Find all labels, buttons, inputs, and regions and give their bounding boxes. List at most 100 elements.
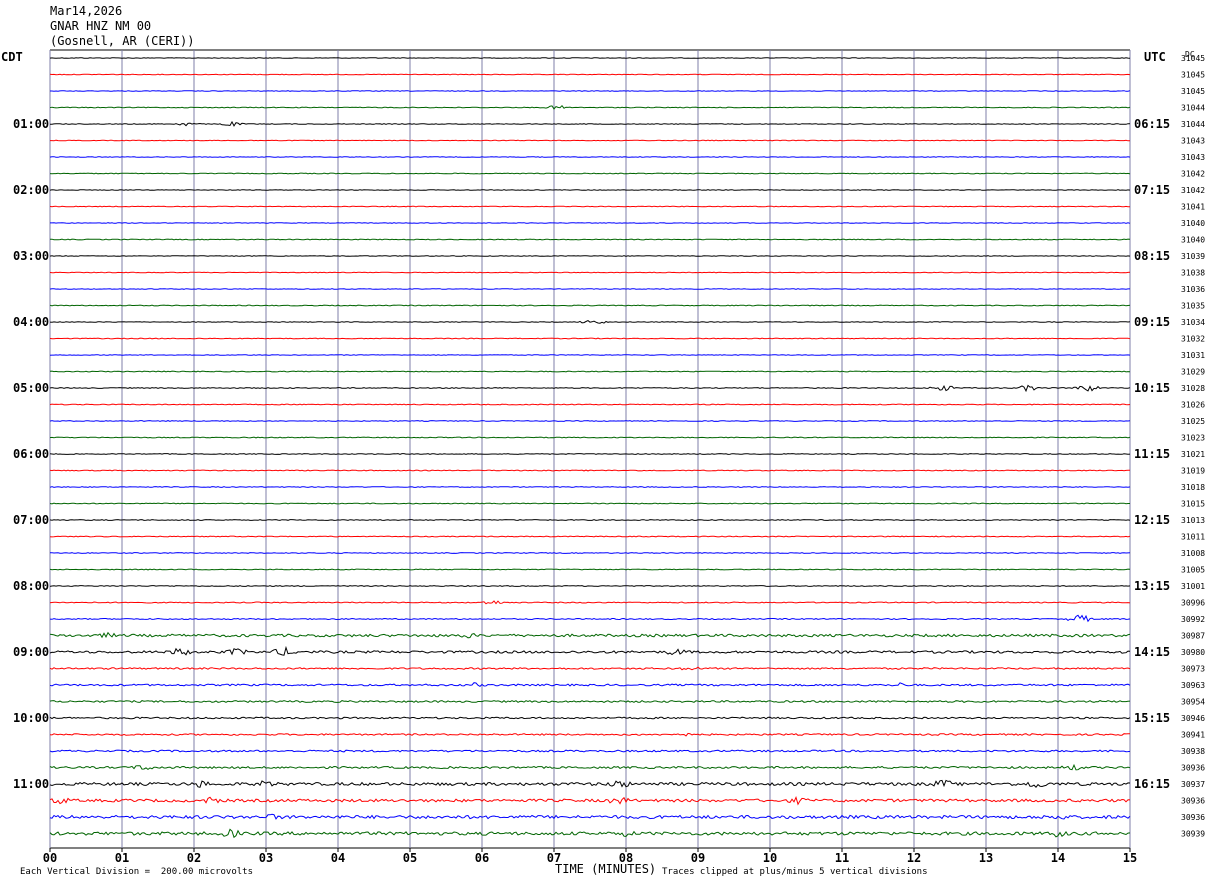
trace-line: [49, 779, 1131, 788]
dc-value-label: 30954: [1181, 698, 1205, 707]
x-tick-label: 15: [1123, 851, 1137, 865]
dc-value-label: 31029: [1181, 368, 1205, 377]
dc-value-label: 31042: [1181, 186, 1205, 195]
trace-line: [49, 420, 1131, 422]
dc-value-label: 31044: [1181, 120, 1205, 129]
trace-line: [49, 614, 1131, 623]
utc-hour-label: 11:15: [1134, 447, 1170, 461]
trace-line: [49, 337, 1131, 340]
dc-value-label: 31042: [1181, 170, 1205, 179]
trace-line: [49, 666, 1131, 671]
utc-hour-label: 07:15: [1134, 183, 1170, 197]
x-tick-label: 06: [475, 851, 489, 865]
trace-line: [49, 436, 1131, 439]
dc-value-label: 31041: [1181, 203, 1205, 212]
trace-line: [49, 453, 1131, 455]
dc-value-label: 31005: [1181, 566, 1205, 575]
trace-line: [49, 486, 1131, 488]
x-tick-label: 09: [691, 851, 705, 865]
dc-value-label: 31039: [1181, 252, 1205, 261]
trace-line: [49, 354, 1131, 356]
cdt-hour-label: 04:00: [13, 315, 49, 329]
utc-hour-label: 16:15: [1134, 777, 1170, 791]
utc-hour-label: 08:15: [1134, 249, 1170, 263]
dc-value-label: 30941: [1181, 731, 1205, 740]
dc-value-label: 30936: [1181, 797, 1205, 806]
dc-value-label: 31026: [1181, 401, 1205, 410]
x-tick-label: 02: [187, 851, 201, 865]
dc-value-label: 31019: [1181, 467, 1205, 476]
cdt-hour-label: 09:00: [13, 645, 49, 659]
dc-value-label: 31013: [1181, 516, 1205, 525]
utc-hour-label: 15:15: [1134, 711, 1170, 725]
scale-note: Each Vertical Division = 200.00 microvol…: [20, 867, 253, 877]
dc-value-label: 30946: [1181, 714, 1205, 723]
dc-value-label: 31040: [1181, 236, 1205, 245]
cdt-hour-label: 07:00: [13, 513, 49, 527]
utc-hour-label: 06:15: [1134, 117, 1170, 131]
x-tick-label: 03: [259, 851, 273, 865]
trace-line: [49, 568, 1131, 571]
trace-line: [49, 732, 1130, 737]
trace-line: [49, 238, 1131, 241]
trace-line: [49, 172, 1131, 175]
trace-line: [49, 795, 1131, 806]
trace-line: [49, 645, 1131, 656]
trace-line: [49, 828, 1131, 839]
cdt-hour-label: 10:00: [13, 711, 49, 725]
dc-value-label: 30939: [1181, 830, 1205, 839]
trace-line: [49, 73, 1131, 76]
trace-line: [49, 519, 1131, 521]
dc-value-label: 31023: [1181, 434, 1205, 443]
x-axis-title: TIME (MINUTES): [555, 862, 657, 876]
dc-value-label: 31040: [1181, 219, 1205, 228]
trace-line: [49, 189, 1131, 191]
trace-line: [49, 57, 1131, 59]
cdt-hour-label: 01:00: [13, 117, 49, 131]
dc-value-label: 30937: [1181, 780, 1205, 789]
trace-line: [49, 255, 1131, 257]
dc-value-label: 30987: [1181, 632, 1205, 641]
trace-line: [49, 469, 1130, 472]
utc-hour-label: 09:15: [1134, 315, 1170, 329]
cdt-hour-label: 08:00: [13, 579, 49, 593]
cdt-hour-label: 02:00: [13, 183, 49, 197]
dc-value-label: 31021: [1181, 450, 1205, 459]
dc-value-label: 30996: [1181, 599, 1205, 608]
trace-line: [49, 304, 1131, 307]
trace-line: [49, 535, 1131, 538]
trace-line: [50, 222, 1131, 224]
dc-value-label: 31025: [1181, 417, 1205, 426]
trace-line: [49, 205, 1130, 208]
dc-value-label: 31015: [1181, 500, 1205, 509]
utc-hour-label: 14:15: [1134, 645, 1170, 659]
trace-line: [49, 585, 1131, 587]
cdt-hour-label: 11:00: [13, 777, 49, 791]
dc-value-label: 30973: [1181, 665, 1205, 674]
dc-value-label: 30980: [1181, 648, 1205, 657]
trace-line: [50, 139, 1130, 142]
dc-value-label: 31034: [1181, 318, 1205, 327]
trace-line: [50, 552, 1131, 554]
dc-value-label: 31011: [1181, 533, 1205, 542]
x-tick-label: 05: [403, 851, 417, 865]
dc-value-label: 30963: [1181, 681, 1205, 690]
dc-value-label: 31043: [1181, 137, 1205, 146]
x-tick-label: 01: [115, 851, 129, 865]
trace-line: [49, 384, 1131, 393]
utc-hour-label: 12:15: [1134, 513, 1170, 527]
dc-value-label: 31031: [1181, 351, 1205, 360]
seismogram-plot: 31045 31045 31045 31044 31044 31043 31043 31042…: [13, 49, 1205, 865]
dc-value-label: 31018: [1181, 483, 1205, 492]
trace-line: [49, 813, 1131, 820]
cdt-hour-label: 05:00: [13, 381, 49, 395]
dc-value-label: 30938: [1181, 747, 1205, 756]
trace-line: [49, 403, 1131, 406]
trace-line: [49, 156, 1131, 158]
dc-value-label: 31045: [1181, 87, 1205, 96]
x-tick-label: 12: [907, 851, 921, 865]
dc-value-label: 31032: [1181, 335, 1205, 344]
trace-line: [49, 716, 1131, 720]
trace-line: [49, 631, 1131, 639]
trace-line: [49, 288, 1130, 290]
